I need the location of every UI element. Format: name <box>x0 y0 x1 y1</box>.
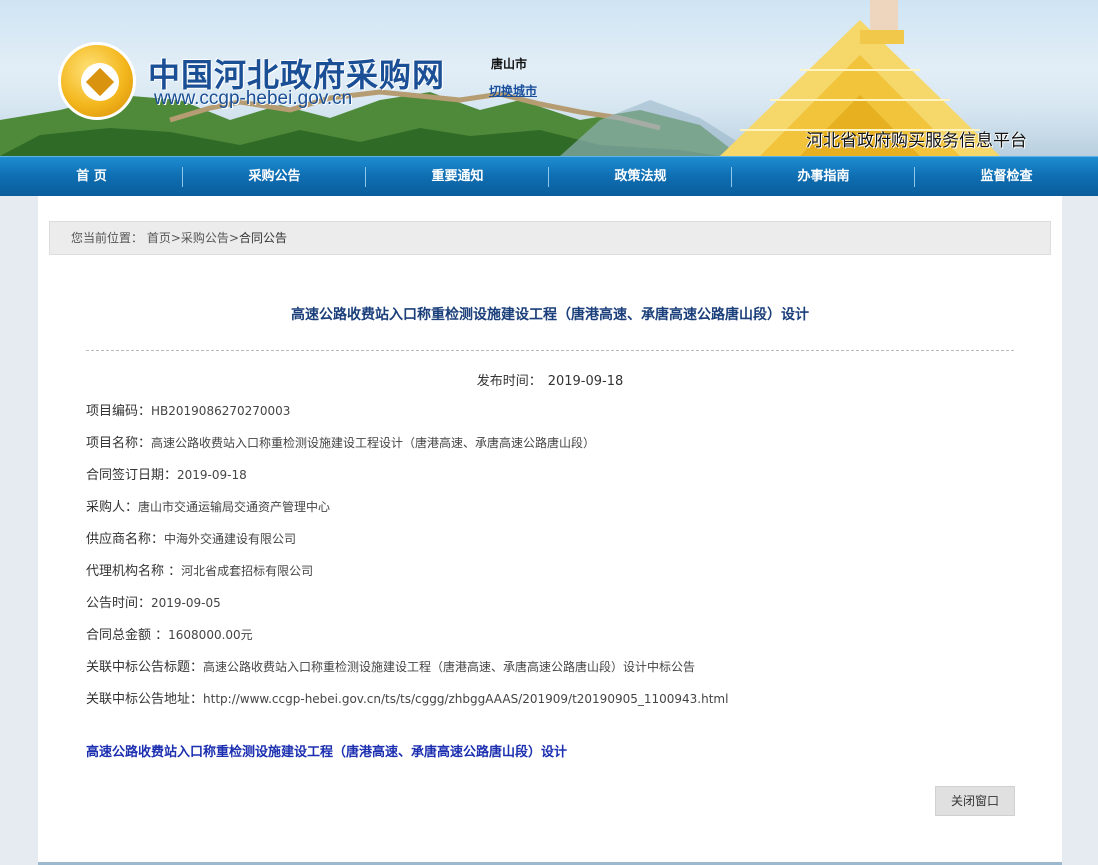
field-contract-amount: 合同总金额 ：1608000.00元 <box>86 625 728 657</box>
nav-important-notices[interactable]: 重要通知 <box>366 157 549 197</box>
field-supplier: 供应商名称：中海外交通建设有限公司 <box>86 529 728 561</box>
field-label: 采购人： <box>86 500 139 515</box>
breadcrumb: 您当前位置： 首页>采购公告>合同公告 <box>49 221 1051 255</box>
main-content: 您当前位置： 首页>采购公告>合同公告 高速公路收费站入口称重检测设施建设工程（… <box>38 196 1062 865</box>
publish-time-value: 2019-09-18 <box>547 374 624 389</box>
contract-fields: 项目编码：HB2019086270270003 项目名称：高速公路收费站入口称重… <box>86 401 728 721</box>
switch-city-link[interactable]: 切换城市 <box>489 82 537 99</box>
field-value: 2019-09-18 <box>177 468 247 482</box>
close-window-button[interactable]: 关闭窗口 <box>935 786 1015 816</box>
related-notice-link[interactable]: 高速公路收费站入口称重检测设施建设工程（唐港高速、承唐高速公路唐山段）设计 <box>86 741 567 760</box>
breadcrumb-procurement[interactable]: 采购公告 <box>181 231 229 245</box>
field-value: 1608000.00元 <box>168 628 253 642</box>
field-value: HB2019086270270003 <box>151 404 291 418</box>
nav-guide[interactable]: 办事指南 <box>732 157 915 197</box>
publish-time-label: 发布时间： <box>476 374 542 389</box>
field-value[interactable]: http://www.ccgp-hebei.gov.cn/ts/ts/cggg/… <box>203 692 728 706</box>
logo-emblem-icon <box>81 63 119 101</box>
field-project-name: 项目名称：高速公路收费站入口称重检测设施建设工程设计（唐港高速、承唐高速公路唐山… <box>86 433 728 465</box>
header-banner: 中国河北政府采购网 www.ccgp-hebei.gov.cn 唐山市 切换城市… <box>0 0 1098 156</box>
title-divider <box>86 350 1014 351</box>
field-related-url: 关联中标公告地址：http://www.ccgp-hebei.gov.cn/ts… <box>86 689 728 721</box>
field-label: 项目编码： <box>86 404 152 419</box>
field-value: 高速公路收费站入口称重检测设施建设工程（唐港高速、承唐高速公路唐山段）设计中标公… <box>203 660 696 674</box>
field-label: 公告时间： <box>86 596 152 611</box>
field-label: 代理机构名称 ： <box>86 564 182 579</box>
current-city: 唐山市 <box>491 57 528 71</box>
field-label: 项目名称： <box>86 436 152 451</box>
field-value: 2019-09-05 <box>151 596 221 610</box>
platform-label: 河北省政府购买服务信息平台 <box>806 131 1027 151</box>
publish-time: 发布时间： 2019-09-18 <box>38 370 1062 389</box>
nav-policies[interactable]: 政策法规 <box>549 157 732 197</box>
main-nav: 首 页 采购公告 重要通知 政策法规 办事指南 监督检查 <box>0 156 1098 196</box>
breadcrumb-home[interactable]: 首页 <box>147 231 171 245</box>
nav-home[interactable]: 首 页 <box>0 157 183 197</box>
field-value: 高速公路收费站入口称重检测设施建设工程设计（唐港高速、承唐高速公路唐山段） <box>151 436 596 450</box>
field-label: 关联中标公告地址： <box>86 692 204 707</box>
field-value: 唐山市交通运输局交通资产管理中心 <box>138 500 331 514</box>
field-agency: 代理机构名称 ：河北省成套招标有限公司 <box>86 561 728 593</box>
nav-supervision[interactable]: 监督检查 <box>915 157 1098 197</box>
breadcrumb-prefix: 您当前位置： <box>71 231 144 245</box>
field-label: 合同总金额 ： <box>86 628 169 643</box>
breadcrumb-separator: > <box>228 231 239 245</box>
site-logo[interactable] <box>58 42 136 120</box>
field-purchaser: 采购人：唐山市交通运输局交通资产管理中心 <box>86 497 728 529</box>
field-value: 河北省成套招标有限公司 <box>181 564 314 578</box>
field-project-code: 项目编码：HB2019086270270003 <box>86 401 728 433</box>
field-value: 中海外交通建设有限公司 <box>164 532 297 546</box>
nav-procurement-notices[interactable]: 采购公告 <box>183 157 366 197</box>
breadcrumb-current: 合同公告 <box>239 231 288 245</box>
breadcrumb-separator: > <box>170 231 181 245</box>
field-related-title: 关联中标公告标题：高速公路收费站入口称重检测设施建设工程（唐港高速、承唐高速公路… <box>86 657 728 689</box>
field-label: 供应商名称： <box>86 532 165 547</box>
site-url: www.ccgp-hebei.gov.cn <box>154 88 353 109</box>
field-label: 关联中标公告标题： <box>86 660 204 675</box>
field-notice-time: 公告时间：2019-09-05 <box>86 593 728 625</box>
field-contract-date: 合同签订日期：2019-09-18 <box>86 465 728 497</box>
article-title: 高速公路收费站入口称重检测设施建设工程（唐港高速、承唐高速公路唐山段）设计 <box>291 307 809 323</box>
field-label: 合同签订日期： <box>86 468 178 483</box>
